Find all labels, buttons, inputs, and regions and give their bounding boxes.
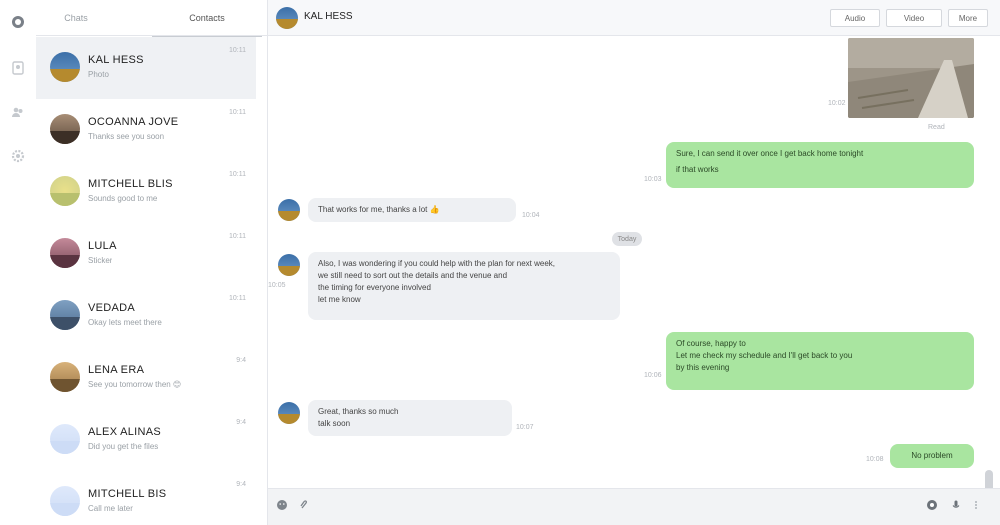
- chat-app: Chats Contacts KAL HESS Photo 10:11 OCOANNA…: [0, 0, 1000, 525]
- avatar: [50, 300, 80, 330]
- conversation-row[interactable]: LENA ERA See you tomorrow then 😊 9:4: [36, 347, 256, 409]
- message-text: Sure, I can send it over once I get back…: [676, 149, 864, 158]
- conversation-preview: Thanks see you soon: [88, 132, 165, 141]
- message-composer[interactable]: [268, 488, 1000, 525]
- conversation-name: OCOANNA JOVE: [88, 116, 179, 128]
- conversation-name: VEDADA: [88, 302, 136, 314]
- conversation-time: 10:11: [229, 295, 246, 302]
- groups-icon[interactable]: [8, 102, 28, 122]
- conversation-preview: Call me later: [88, 504, 133, 513]
- avatar: [50, 486, 80, 516]
- chat-pane: KAL HESS Audio Video More 10:02 Read Sur…: [268, 0, 1000, 525]
- conversation-row[interactable]: MITCHELL BLIS Sounds good to me 10:11: [36, 161, 256, 223]
- message-text: we still need to sort out the details an…: [318, 271, 508, 280]
- avatar[interactable]: [278, 402, 300, 424]
- avatar: [50, 424, 80, 454]
- conversation-row[interactable]: ALEX ALINAS Did you get the files 9:4: [36, 409, 256, 471]
- conversation-name: ALEX ALINAS: [88, 426, 162, 438]
- read-status: Read: [928, 124, 945, 131]
- audio-call-button[interactable]: Audio: [830, 9, 880, 27]
- conversation-preview: Sounds good to me: [88, 194, 158, 203]
- conversation-preview: Did you get the files: [88, 442, 159, 451]
- conversation-name: LENA ERA: [88, 364, 145, 376]
- conversation-time: 10:11: [229, 233, 246, 240]
- video-call-button[interactable]: Video: [886, 9, 942, 27]
- incoming-message[interactable]: Great, thanks so much talk soon: [308, 400, 512, 436]
- outgoing-message[interactable]: Of course, happy to Let me check my sche…: [666, 332, 974, 390]
- message-time: 10:07: [516, 424, 534, 431]
- more-button[interactable]: More: [948, 9, 988, 27]
- conversation-row[interactable]: OCOANNA JOVE Thanks see you soon 10:11: [36, 99, 256, 161]
- message-time: 10:05: [268, 282, 286, 289]
- incoming-message[interactable]: Also, I was wondering if you could help …: [308, 252, 620, 320]
- date-separator: Today: [612, 232, 642, 246]
- left-rail: [0, 0, 36, 525]
- conversation-name: LULA: [88, 240, 117, 252]
- conversation-name: MITCHELL BIS: [88, 488, 167, 500]
- outgoing-message[interactable]: No problem: [890, 444, 974, 468]
- message-text: the timing for everyone involved: [318, 283, 431, 292]
- conversation-preview: Photo: [88, 70, 109, 79]
- message-time: 10:06: [644, 372, 662, 379]
- avatar: [50, 238, 80, 268]
- chat-contact-name: KAL HESS: [304, 11, 353, 22]
- emoji-icon[interactable]: [274, 497, 290, 513]
- more-icon[interactable]: [968, 497, 984, 513]
- photo-message[interactable]: [848, 38, 974, 118]
- avatar: [50, 114, 80, 144]
- chat-bubble-icon[interactable]: [8, 12, 28, 32]
- conversation-row[interactable]: LULA Sticker 10:11: [36, 223, 256, 285]
- conversation-time: 10:11: [229, 109, 246, 116]
- conversation-row[interactable]: VEDADA Okay lets meet there 10:11: [36, 285, 256, 347]
- message-text: Of course, happy to: [676, 339, 746, 348]
- tab-chats[interactable]: Chats: [56, 8, 96, 28]
- message-text: Let me check my schedule and I'll get ba…: [676, 351, 853, 360]
- mic-icon[interactable]: [948, 497, 964, 513]
- conversation-time: 9:4: [236, 419, 246, 426]
- avatar: [50, 176, 80, 206]
- avatar[interactable]: [278, 199, 300, 221]
- conversation-name: KAL HESS: [88, 54, 144, 66]
- conversation-preview: Okay lets meet there: [88, 318, 162, 327]
- incoming-message[interactable]: That works for me, thanks a lot 👍: [308, 198, 516, 222]
- conversation-time: 10:11: [229, 171, 246, 178]
- conversation-list: Chats Contacts KAL HESS Photo 10:11 OCOANNA…: [36, 0, 300, 525]
- conversation-time: 9:4: [236, 357, 246, 364]
- message-text: Great, thanks so much: [318, 407, 399, 416]
- message-time: 10:02: [828, 100, 846, 107]
- message-time: 10:03: [644, 176, 662, 183]
- chat-scrollbar[interactable]: [985, 470, 993, 488]
- message-text: No problem: [911, 451, 953, 460]
- message-text: let me know: [318, 295, 361, 304]
- list-tabs: Chats Contacts: [36, 0, 268, 37]
- avatar[interactable]: [278, 254, 300, 276]
- message-time: 10:04: [522, 212, 540, 219]
- conversation-preview: See you tomorrow then 😊: [88, 380, 182, 389]
- avatar: [50, 52, 80, 82]
- outgoing-message[interactable]: Sure, I can send it over once I get back…: [666, 142, 974, 188]
- message-text: Also, I was wondering if you could help …: [318, 259, 556, 268]
- attach-icon[interactable]: [296, 497, 312, 513]
- avatar: [50, 362, 80, 392]
- emoji-icon-right[interactable]: [924, 497, 940, 513]
- conversation-time: 9:4: [236, 481, 246, 488]
- chat-header: KAL HESS Audio Video More: [268, 0, 1000, 36]
- message-text: talk soon: [318, 419, 351, 428]
- message-text: That works for me, thanks a lot 👍: [318, 205, 440, 214]
- conversation-name: MITCHELL BLIS: [88, 178, 173, 190]
- tab-contacts[interactable]: Contacts: [152, 8, 262, 37]
- message-text: by this evening: [676, 363, 730, 372]
- conversation-rows: KAL HESS Photo 10:11 OCOANNA JOVE Thanks see…: [36, 37, 268, 525]
- conversation-row[interactable]: KAL HESS Photo 10:11: [36, 37, 256, 99]
- conversation-row[interactable]: MITCHELL BIS Call me later 9:4: [36, 471, 256, 525]
- message-time: 10:08: [866, 456, 884, 463]
- avatar[interactable]: [276, 7, 298, 29]
- conversation-time: 10:11: [229, 47, 246, 54]
- message-list: 10:02 Read Sure, I can send it over once…: [268, 36, 1000, 488]
- settings-gear-icon[interactable]: [8, 146, 28, 166]
- contacts-icon[interactable]: [8, 58, 28, 78]
- conversation-preview: Sticker: [88, 256, 113, 265]
- message-text: if that works: [676, 165, 719, 174]
